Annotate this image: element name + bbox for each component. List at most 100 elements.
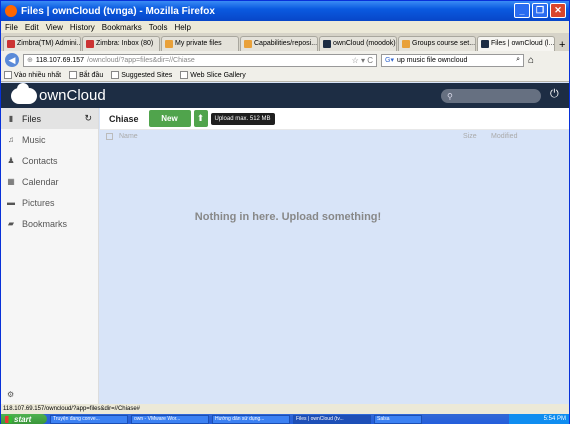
new-button[interactable]: New — [148, 110, 191, 127]
modified-column-header[interactable]: Modified — [491, 133, 517, 140]
tab-label: Groups course set... — [412, 40, 476, 47]
tab-zimbra-inbox[interactable]: Zimbra: Inbox (80) — [82, 36, 160, 51]
system-tray: 5:54 PM — [509, 414, 569, 424]
tab-zimbra-admin[interactable]: Zimbra(TM) Admini... — [3, 36, 81, 51]
nav-pictures[interactable]: ▬ Pictures — [1, 192, 98, 213]
bookmarks-bar: Vào nhiều nhất Bắt đầu Suggested Sites W… — [1, 69, 569, 82]
music-icon: ♫ — [8, 135, 14, 144]
new-tab-button[interactable]: + — [556, 39, 568, 51]
menu-file[interactable]: File — [5, 23, 18, 32]
files-controls: Chiase New ⬆ Upload max. 512 MB — [100, 108, 569, 130]
tab-label: Zimbra(TM) Admini... — [17, 40, 81, 47]
tab-groups-course[interactable]: Groups course set... — [398, 36, 476, 51]
nav-label: Music — [22, 134, 46, 145]
bookmark-label: Vào nhiều nhất — [14, 71, 62, 79]
menu-view[interactable]: View — [46, 23, 63, 32]
search-icon: ⚲ — [447, 91, 453, 101]
tab-favicon-icon — [481, 40, 489, 48]
status-bar: 118.107.69.157/owncloud/?app=files&dir=/… — [1, 404, 569, 414]
menu-tools[interactable]: Tools — [149, 23, 168, 32]
tab-favicon-icon — [244, 40, 252, 48]
address-bar[interactable]: ⊕ 118.107.69.157/owncloud/?app=files&dir… — [23, 53, 377, 67]
owncloud-search-input[interactable]: ⚲ — [441, 89, 541, 103]
navigation-bar: ◀ ⊕ 118.107.69.157/owncloud/?app=files&d… — [1, 51, 569, 69]
window-title: Files | ownCloud (tvnga) - Mozilla Firef… — [21, 5, 215, 17]
tab-owncloud-moodok[interactable]: ownCloud (moodok) — [319, 36, 397, 51]
home-icon[interactable]: ⌂ — [528, 55, 534, 66]
maximize-button[interactable]: ❐ — [532, 3, 548, 18]
upload-tooltip: Upload max. 512 MB — [210, 112, 275, 125]
tab-bar: Zimbra(TM) Admini... Zimbra: Inbox (80) … — [1, 33, 569, 51]
clock[interactable]: 5:54 PM — [544, 416, 566, 422]
upload-button[interactable]: ⬆ — [193, 110, 208, 127]
back-button[interactable]: ◀ — [5, 53, 19, 67]
firefox-icon — [5, 5, 17, 17]
nav-label: Pictures — [22, 197, 55, 208]
site-identity-icon: ⊕ — [27, 57, 33, 64]
reload-icon[interactable]: ☆ ▾ C — [352, 56, 376, 65]
taskbar-item[interactable]: Hướng dẫn sử dụng... — [212, 414, 290, 424]
tab-favicon-icon — [86, 40, 94, 48]
tab-favicon-icon — [165, 40, 173, 48]
breadcrumb[interactable]: Chiase — [100, 114, 149, 124]
window-controls: _ ❐ ✕ — [514, 3, 566, 18]
select-all-checkbox[interactable] — [106, 132, 113, 140]
app-navigation: ▮ Files ↻ ♫ Music ♟ Contacts ▦ Calendar ▬ Pict… — [1, 108, 99, 404]
search-input[interactable]: G▾ up music file owncloud ⌕ — [381, 53, 524, 67]
menu-bar: File Edit View History Bookmarks Tools H… — [1, 21, 569, 33]
search-engine-icon: G▾ — [385, 57, 394, 64]
sync-icon[interactable]: ↻ — [84, 113, 98, 124]
tab-favicon-icon — [402, 40, 410, 48]
bookmark-most-visited[interactable]: Vào nhiều nhất — [4, 71, 61, 79]
brand-name: ownCloud — [39, 87, 106, 104]
bookmark-label: Bắt đầu — [79, 71, 104, 79]
folder-icon: ▮ — [8, 114, 14, 123]
taskbar-item[interactable]: Salsa — [374, 414, 422, 424]
bookmark-suggested-sites[interactable]: Suggested Sites — [111, 71, 172, 79]
calendar-icon: ▦ — [7, 177, 15, 186]
owncloud-logo[interactable]: ownCloud — [1, 82, 106, 104]
nav-files[interactable]: ▮ Files ↻ — [1, 108, 98, 129]
bookmark-getting-started[interactable]: Bắt đầu — [69, 71, 103, 79]
tab-private-files[interactable]: My private files — [161, 36, 239, 51]
url-path: /owncloud/?app=files&dir=//Chiase — [87, 56, 195, 64]
tab-label: My private files — [175, 40, 222, 47]
nav-label: Bookmarks — [22, 218, 68, 229]
tab-favicon-icon — [323, 40, 331, 48]
bookmark-icon — [69, 71, 78, 79]
search-icon[interactable]: ⌕ — [516, 56, 523, 64]
menu-edit[interactable]: Edit — [25, 23, 39, 32]
empty-folder-message: Nothing in here. Upload something! — [194, 211, 382, 223]
nav-label: Files — [22, 113, 42, 124]
nav-label: Contacts — [22, 155, 58, 166]
minimize-button[interactable]: _ — [514, 3, 530, 18]
size-column-header[interactable]: Size — [463, 133, 477, 140]
menu-bookmarks[interactable]: Bookmarks — [102, 23, 142, 32]
browser-window: Files | ownCloud (tvnga) - Mozilla Firef… — [0, 0, 570, 424]
url-host: 118.107.69.157 — [35, 56, 85, 64]
logout-icon[interactable]: ⏻ — [550, 88, 559, 101]
tab-files-owncloud[interactable]: Files | ownCloud (l... — [477, 36, 555, 51]
taskbar-item[interactable]: own - VMware Wor... — [131, 414, 209, 424]
tab-label: Capabilities/reposi... — [254, 40, 318, 47]
nav-bookmarks[interactable]: ▰ Bookmarks — [1, 213, 98, 234]
start-label: start — [14, 414, 32, 424]
close-button[interactable]: ✕ — [550, 3, 566, 18]
nav-contacts[interactable]: ♟ Contacts — [1, 150, 98, 171]
search-value: up music file owncloud — [396, 56, 468, 64]
taskbar-item[interactable]: Truyện đang conve... — [50, 414, 128, 424]
name-column-header[interactable]: Name — [119, 133, 138, 140]
file-table-header: Name Size Modified — [100, 130, 569, 142]
tab-capabilities[interactable]: Capabilities/reposi... — [240, 36, 318, 51]
settings-icon[interactable]: ⚙ — [7, 390, 14, 399]
menu-history[interactable]: History — [70, 23, 95, 32]
bookmark-web-slice[interactable]: Web Slice Gallery — [180, 71, 246, 79]
menu-help[interactable]: Help — [174, 23, 190, 32]
nav-music[interactable]: ♫ Music — [1, 129, 98, 150]
tab-label: Zimbra: Inbox (80) — [96, 40, 154, 47]
start-button[interactable]: start — [1, 414, 47, 424]
nav-calendar[interactable]: ▦ Calendar — [1, 171, 98, 192]
taskbar-item[interactable]: Files | ownCloud (tv... — [293, 414, 371, 424]
tab-label: Files | ownCloud (l... — [491, 40, 555, 47]
windows-flag-icon — [5, 415, 12, 423]
